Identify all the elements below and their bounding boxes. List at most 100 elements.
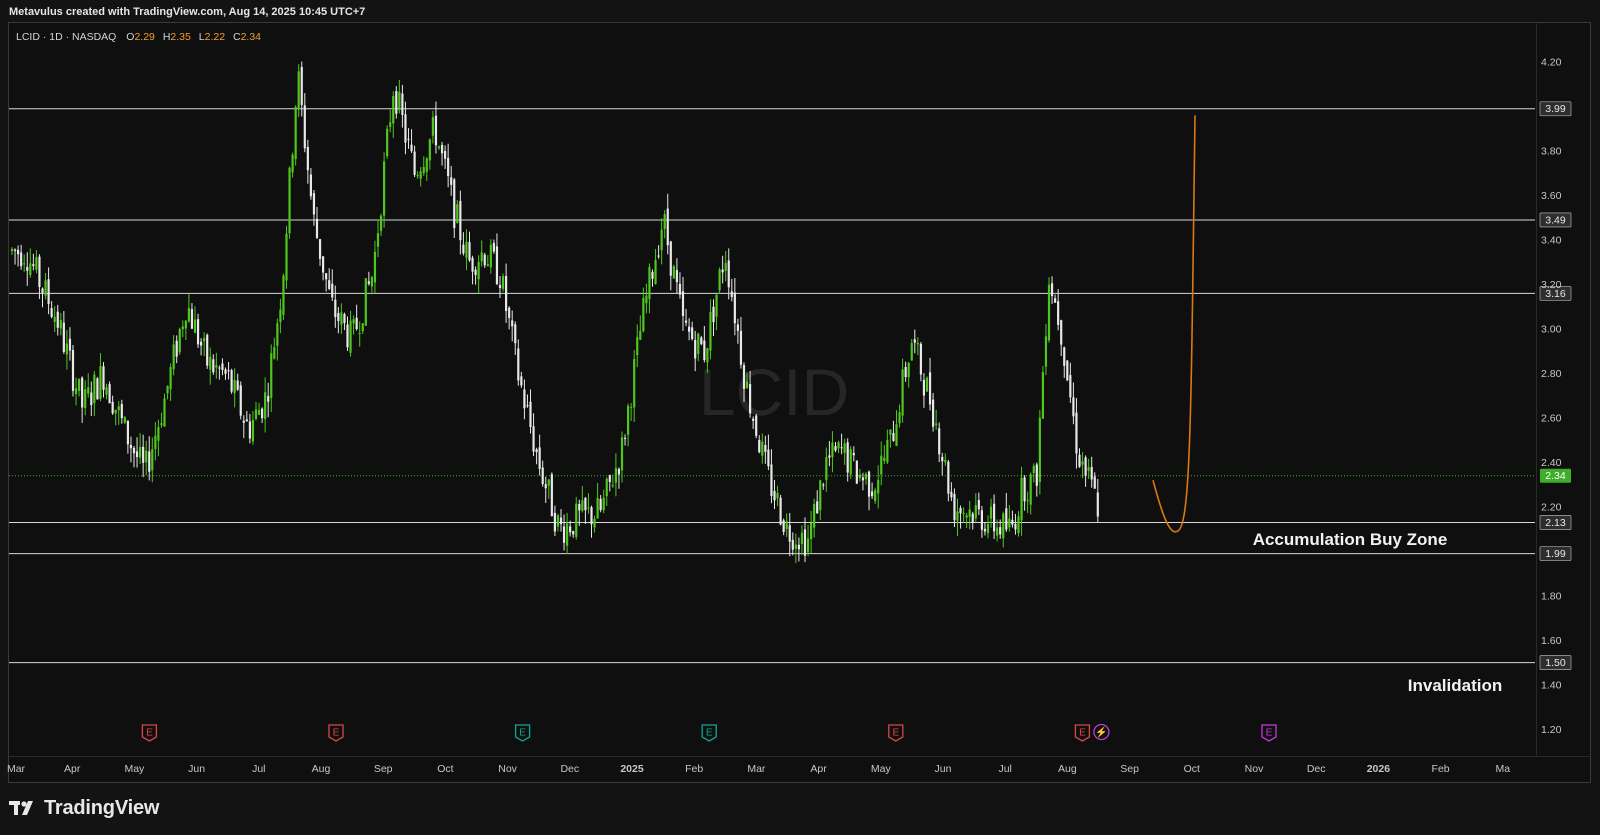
candle-body: [1072, 397, 1075, 417]
tradingview-brand[interactable]: TradingView: [9, 796, 159, 820]
candle-body: [742, 365, 746, 389]
candle-body: [752, 418, 755, 421]
candle-body: [819, 480, 822, 511]
time-tick-label: Mar: [7, 763, 26, 775]
candle-body: [782, 520, 785, 532]
candle-body: [114, 409, 117, 414]
candle-body: [627, 405, 630, 435]
candle-body: [913, 339, 916, 343]
candle-body: [306, 146, 309, 171]
candle-body: [44, 280, 47, 296]
candle-body: [364, 278, 367, 326]
candle-body: [932, 399, 935, 427]
candle-body: [1020, 477, 1023, 521]
candle-body: [596, 497, 599, 519]
candle-body: [440, 144, 444, 154]
legend-open-label: O: [126, 31, 134, 43]
candle-body: [895, 424, 898, 447]
candle-body: [761, 441, 764, 456]
candle-body: [1087, 467, 1090, 471]
candle-body: [135, 451, 139, 458]
candle-body: [511, 320, 514, 327]
candle-body: [224, 369, 227, 374]
candle-body: [157, 426, 160, 441]
candle-body: [849, 449, 852, 475]
candle-body: [501, 276, 505, 289]
candle-body: [93, 374, 96, 404]
candle-body: [334, 299, 337, 318]
candle-body: [132, 447, 136, 454]
candle-body: [96, 378, 99, 400]
candle-body: [248, 421, 251, 439]
candle-body: [47, 279, 50, 305]
candle-body: [294, 106, 297, 160]
candle-body: [922, 379, 926, 396]
candle-body: [910, 343, 913, 361]
candle-body: [370, 277, 373, 287]
candle-body: [148, 451, 151, 472]
candle-body: [767, 449, 770, 467]
candle-body: [175, 340, 178, 357]
candle-body: [126, 420, 129, 445]
candle-body: [822, 484, 825, 486]
candle-body: [431, 117, 434, 136]
candle-body: [617, 468, 621, 475]
candle-body: [169, 367, 172, 390]
candle-body: [227, 370, 230, 372]
candle-body: [974, 505, 977, 519]
symbol-watermark: LCID: [699, 355, 849, 429]
candle-body: [575, 503, 578, 538]
candle-body: [736, 324, 739, 331]
candle-body: [349, 320, 352, 353]
candle-body: [81, 377, 84, 408]
candle-body: [1011, 519, 1014, 525]
level-price-label: 3.49: [1545, 214, 1566, 226]
price-tick-label: 3.40: [1541, 234, 1562, 246]
candle-body: [1069, 375, 1072, 398]
level-price-label: 1.99: [1545, 548, 1566, 560]
candle-body: [373, 251, 377, 283]
candle-body: [1017, 516, 1020, 534]
price-chart[interactable]: LCID 3.993.493.162.131.991.502.34 4.203.…: [0, 0, 1600, 835]
candle-body: [806, 538, 810, 553]
time-tick-label: Dec: [560, 763, 579, 775]
candle-body: [383, 161, 386, 216]
candle-body: [861, 477, 865, 481]
candle-body: [288, 167, 291, 234]
candle-body: [694, 340, 697, 359]
candle-body: [1084, 457, 1087, 476]
time-tick-label: Jun: [188, 763, 205, 775]
candle-body: [495, 246, 499, 285]
candle-body: [532, 426, 535, 452]
candle-body: [166, 385, 169, 394]
candle-body: [29, 263, 32, 275]
candle-body: [483, 254, 486, 266]
candle-body: [297, 71, 300, 109]
candle-body: [721, 269, 724, 273]
candle-body: [291, 154, 294, 173]
candle-body: [1029, 474, 1032, 505]
candle-body: [10, 248, 14, 252]
candle-body: [151, 449, 154, 471]
candle-body: [41, 288, 44, 293]
candle-body: [1090, 466, 1093, 480]
time-tick-label: Oct: [437, 763, 453, 775]
time-tick-label: 2025: [620, 763, 644, 775]
candle-body: [1054, 298, 1057, 303]
candle-body: [193, 319, 197, 333]
candle-body: [651, 271, 654, 279]
candle-body: [267, 395, 270, 402]
candle-body: [1096, 492, 1099, 517]
candle-body: [242, 420, 245, 423]
candle-body: [514, 324, 517, 344]
candle-body: [376, 233, 380, 247]
candle-body: [196, 319, 200, 345]
time-tick-label: Feb: [685, 763, 703, 775]
candle-body: [129, 444, 133, 449]
candle-body: [758, 440, 761, 453]
candle-body: [526, 405, 529, 407]
legend-low-value: 2.22: [205, 31, 226, 43]
candle-body: [270, 353, 273, 398]
candle-body: [791, 539, 794, 550]
candle-body: [828, 455, 831, 458]
